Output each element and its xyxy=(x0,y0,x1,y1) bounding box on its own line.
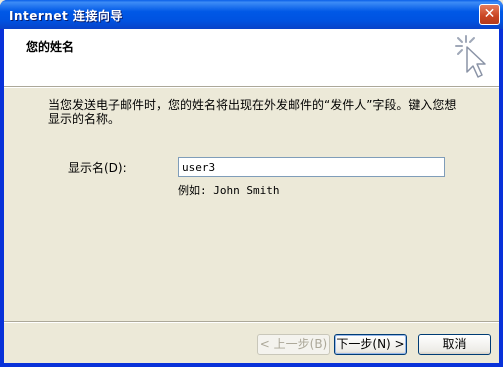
close-button[interactable]: ✕ xyxy=(479,4,500,25)
instruction-text: 当您发送电子邮件时，您的姓名将出现在外发邮件的“发件人”字段。键入您想显示的名称… xyxy=(48,98,457,126)
next-button[interactable]: 下一步(N) > xyxy=(334,334,407,355)
close-icon: ✕ xyxy=(483,6,496,22)
example-hint: 例如: John Smith xyxy=(178,184,280,197)
cancel-button[interactable]: 取消 xyxy=(418,334,491,355)
window-title: Internet 连接向导 xyxy=(9,9,123,23)
back-button[interactable]: < 上一步(B) xyxy=(257,334,330,355)
header-divider xyxy=(4,86,499,88)
footer-divider xyxy=(4,321,499,323)
wizard-header: 您的姓名 xyxy=(4,29,499,86)
dialog-client-area: 您的姓名 当您发送电子邮件时，您的姓名将出现在外发邮件的“发件人”字段。键入您想… xyxy=(4,29,499,363)
display-name-input[interactable] xyxy=(178,157,445,177)
display-name-label: 显示名(D): xyxy=(68,161,127,175)
wizard-star-cursor-icon xyxy=(455,35,486,78)
title-bar[interactable]: Internet 连接向导 ✕ xyxy=(0,0,503,29)
page-title: 您的姓名 xyxy=(26,40,75,54)
wizard-window: Internet 连接向导 ✕ 您的姓名 当您发送电子邮件时，您的姓名将出现在外… xyxy=(0,0,503,367)
